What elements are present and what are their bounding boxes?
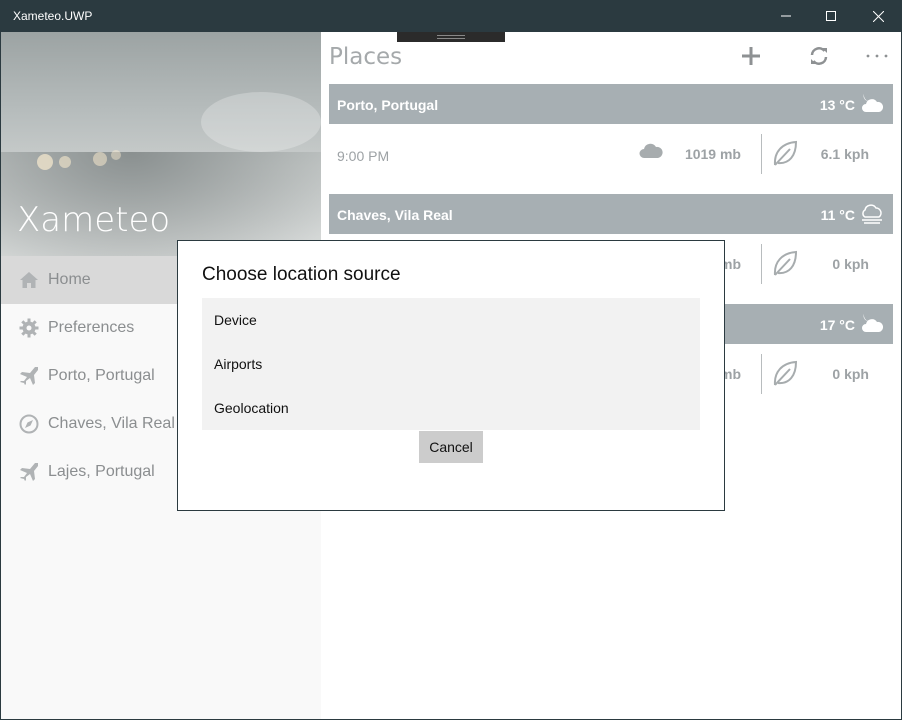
place-temperature: 11 °C xyxy=(820,207,855,223)
leaf-icon xyxy=(772,250,798,281)
option-device[interactable]: Device xyxy=(202,298,700,342)
window-title: Xameteo.UWP xyxy=(13,9,93,23)
place-name: Chaves, Vila Real xyxy=(337,207,453,223)
maximize-icon xyxy=(826,11,836,21)
divider xyxy=(761,134,762,174)
minimize-button[interactable] xyxy=(763,0,809,32)
close-icon xyxy=(872,10,884,22)
close-button[interactable] xyxy=(855,0,901,32)
light-blur xyxy=(93,152,107,166)
place-pressure: 1019 mb xyxy=(684,146,741,162)
divider xyxy=(761,354,762,394)
option-airports[interactable]: Airports xyxy=(202,342,700,386)
compass-icon xyxy=(18,413,40,435)
location-source-list: Device Airports Geolocation xyxy=(202,298,700,430)
nav-label: Preferences xyxy=(48,319,135,336)
light-blur xyxy=(37,154,53,170)
dialog-title: Choose location source xyxy=(202,264,401,285)
airplane-icon xyxy=(18,461,40,483)
nav-label: Porto, Portugal xyxy=(48,367,155,384)
fog-icon xyxy=(859,200,885,229)
more-button[interactable] xyxy=(857,42,897,70)
light-blur xyxy=(59,156,71,168)
page-title: Places xyxy=(329,44,403,70)
place-detail: 9:00 PM 1019 mb 6.1 kph xyxy=(329,124,893,184)
handle-grip xyxy=(437,35,465,36)
place-header[interactable]: Chaves, Vila Real 11 °C xyxy=(329,194,893,234)
cloud-icon xyxy=(639,142,663,163)
place-header[interactable]: Porto, Portugal 13 °C xyxy=(329,84,893,124)
refresh-button[interactable] xyxy=(799,42,839,70)
place-time: 9:00 PM xyxy=(337,148,390,164)
place-wind: 0 kph xyxy=(832,366,869,382)
refresh-icon xyxy=(810,47,828,65)
leaf-icon xyxy=(772,360,798,391)
home-icon xyxy=(18,269,40,291)
nav-label: Lajes, Portugal xyxy=(48,463,155,480)
divider xyxy=(761,244,762,284)
cancel-button[interactable]: Cancel xyxy=(419,431,483,463)
title-bar: Xameteo.UWP xyxy=(0,0,902,32)
partly-cloudy-night-icon xyxy=(859,90,885,119)
place-wind: 0 kph xyxy=(832,256,869,272)
nav-label: Home xyxy=(48,271,91,288)
minimize-icon xyxy=(781,15,791,17)
partly-cloudy-night-icon xyxy=(859,310,885,339)
gear-icon xyxy=(18,317,40,339)
nav-label: Chaves, Vila Real xyxy=(48,415,175,432)
option-geolocation[interactable]: Geolocation xyxy=(202,386,700,430)
app-name: Xameteo xyxy=(17,200,171,240)
light-blur xyxy=(111,150,121,160)
plus-icon xyxy=(742,47,760,65)
location-source-dialog: Choose location source Device Airports G… xyxy=(177,240,725,511)
maximize-button[interactable] xyxy=(808,0,854,32)
airplane-icon xyxy=(18,365,40,387)
light-blur xyxy=(201,92,321,152)
more-icon xyxy=(866,54,888,58)
place-temperature: 17 °C xyxy=(819,317,855,333)
add-place-button[interactable] xyxy=(731,42,771,70)
place-wind: 6.1 kph xyxy=(820,146,869,162)
place-temperature: 13 °C xyxy=(819,97,855,113)
pane-resize-handle[interactable] xyxy=(397,32,505,42)
place-name: Porto, Portugal xyxy=(337,97,439,113)
header-image: Xameteo xyxy=(1,32,321,256)
leaf-icon xyxy=(772,140,798,171)
handle-grip xyxy=(437,38,465,39)
